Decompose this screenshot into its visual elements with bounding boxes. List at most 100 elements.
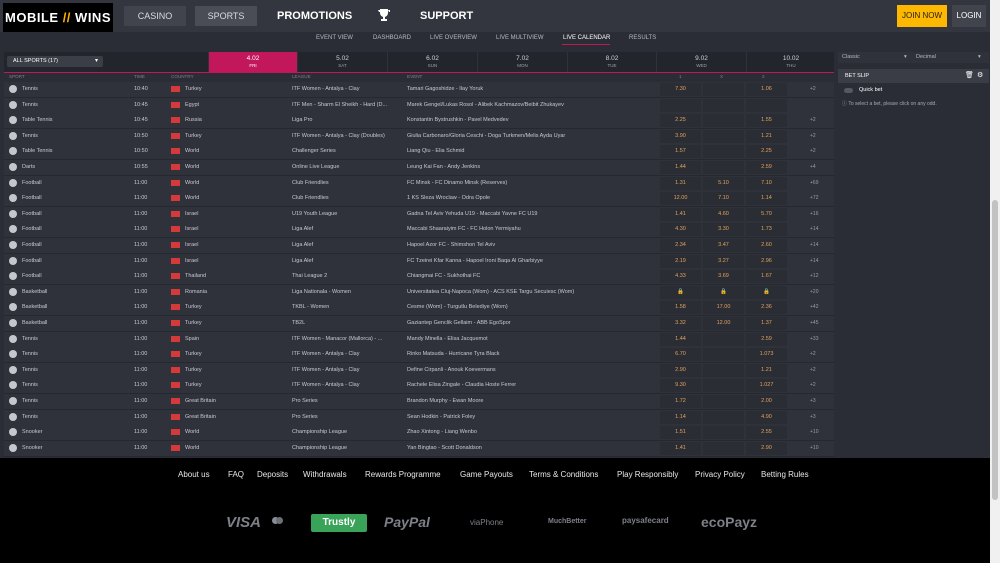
row-event[interactable]: Define Cirpanli - Anouk Koevermans bbox=[407, 367, 652, 373]
odd-2-button[interactable]: 2.60 bbox=[746, 239, 787, 252]
odd-2-button[interactable]: 2.90 bbox=[746, 441, 787, 455]
odd-2-button[interactable]: 1.14 bbox=[746, 192, 787, 206]
odd-2-button[interactable]: 5.70 bbox=[746, 207, 787, 221]
quick-bet-toggle[interactable] bbox=[844, 88, 853, 93]
row-event[interactable]: Maccabi Shaaraiyim FC - FC Holon Yermiya… bbox=[407, 226, 652, 232]
row-league[interactable]: ITF Women - Antalya - Clay (Doubles) bbox=[292, 133, 404, 139]
odds-format-selector[interactable]: Classic ▾ Decimal ▾ bbox=[838, 52, 989, 63]
odd-2-button[interactable]: 2.55 bbox=[746, 426, 787, 440]
subnav-results[interactable]: RESULTS bbox=[629, 35, 656, 41]
odd-2-button[interactable] bbox=[746, 98, 787, 112]
odd-2-button[interactable]: 7.10 bbox=[746, 176, 787, 190]
odd-1-button[interactable]: 3.32 bbox=[660, 317, 701, 330]
table-row[interactable]: Football 11:00 Israel Liga Alef Hapoel Azor … bbox=[4, 238, 834, 254]
row-event[interactable]: Tamari Gagoshidze - Ilay Yoruk bbox=[407, 86, 652, 92]
table-row[interactable]: Table Tennis 10:45 Russia Liga Pro Konstanti… bbox=[4, 113, 834, 130]
subnav-dashboard[interactable]: DASHBOARD bbox=[373, 35, 411, 41]
odd-x-button[interactable] bbox=[703, 348, 744, 362]
quick-bet-row[interactable]: Quick bet bbox=[838, 86, 989, 96]
subnav-live-multiview[interactable]: LIVE MULTIVIEW bbox=[496, 35, 544, 41]
scrollbar-thumb[interactable] bbox=[992, 200, 998, 500]
footer-link-rewards[interactable]: Rewards Programme bbox=[365, 470, 441, 479]
row-league[interactable]: Pro Series bbox=[292, 414, 404, 420]
row-event[interactable]: 1 KS Sleza Wroclaw - Odra Opole bbox=[407, 195, 652, 201]
footer-link-faq[interactable]: FAQ bbox=[228, 470, 244, 479]
footer-link-withdrawals[interactable]: Withdrawals bbox=[303, 470, 347, 479]
more-markets-link[interactable]: +2 bbox=[810, 133, 816, 139]
odd-2-button[interactable]: 1.73 bbox=[746, 223, 787, 237]
odd-1-button[interactable]: 4.33 bbox=[660, 270, 701, 284]
footer-link-terms[interactable]: Terms & Conditions bbox=[529, 470, 598, 479]
row-event[interactable]: FC Minsk - FC Dinamo Minsk (Reserves) bbox=[407, 180, 652, 186]
odd-x-button[interactable]: 3.30 bbox=[703, 223, 744, 237]
row-league[interactable]: Championship League bbox=[292, 445, 404, 451]
table-row[interactable]: Snooker 11:00 World Championship League Yan … bbox=[4, 440, 834, 457]
sport-filter-dropdown[interactable]: ALL SPORTS (17) ▾ bbox=[7, 56, 103, 67]
table-row[interactable]: Tennis 11:00 Great Britain Pro Series Sean H… bbox=[4, 409, 834, 426]
odd-1-button[interactable]: 3.90 bbox=[660, 129, 701, 143]
row-league[interactable]: ITF Women - Manacor (Mallorca) - ... bbox=[292, 336, 404, 342]
row-event[interactable]: Leung Kai Fan - Andy Jenkins bbox=[407, 164, 652, 170]
odd-1-button[interactable]: 7.30 bbox=[660, 83, 701, 96]
more-markets-link[interactable]: +14 bbox=[810, 226, 818, 232]
row-event[interactable]: Zhao Xintong - Liang Wenbo bbox=[407, 429, 652, 435]
odd-2-button[interactable]: 2.25 bbox=[746, 145, 787, 159]
table-row[interactable]: Football 11:00 Israel Liga Alef FC Tzeirei K… bbox=[4, 253, 834, 270]
row-event[interactable]: Hapoel Azor FC - Shimshon Tel Aviv bbox=[407, 242, 652, 248]
odd-1-button[interactable]: 1.31 bbox=[660, 176, 701, 190]
row-event[interactable]: Rachele Elisa Zingale - Claudia Hoste Fe… bbox=[407, 382, 652, 388]
more-markets-link[interactable]: +4 bbox=[810, 164, 816, 170]
odd-1-button[interactable]: 1.14 bbox=[660, 410, 701, 424]
table-row[interactable]: Tennis 10:40 Turkey ITF Women - Antalya - C… bbox=[4, 82, 834, 98]
odd-2-button[interactable]: 1.55 bbox=[746, 114, 787, 128]
login-button[interactable]: LOGIN bbox=[952, 5, 986, 27]
bet-slip-header[interactable]: BET SLIP 🗑 ⚙ bbox=[838, 69, 989, 83]
odd-x-button[interactable] bbox=[703, 426, 744, 440]
nav-casino[interactable]: CASINO bbox=[124, 6, 186, 26]
subnav-event-view[interactable]: EVENT VIEW bbox=[316, 35, 353, 41]
table-row[interactable]: Table Tennis 10:50 World Challenger Series L… bbox=[4, 144, 834, 161]
row-event[interactable]: Rinko Matsuda - Hurricane Tyra Black bbox=[407, 351, 652, 357]
odd-2-button[interactable]: 1.06 bbox=[746, 83, 787, 96]
more-markets-link[interactable]: +69 bbox=[810, 180, 818, 186]
more-markets-link[interactable]: +16 bbox=[810, 211, 818, 217]
row-event[interactable]: Mandy Minella - Elisa Jacquemot bbox=[407, 336, 652, 342]
footer-link-responsible[interactable]: Play Responsibly bbox=[617, 470, 678, 479]
footer-link-about[interactable]: About us bbox=[178, 470, 210, 479]
row-event[interactable]: Universitatea Cluj-Napoca (Wom) - ACS KS… bbox=[407, 289, 652, 295]
row-league[interactable]: Club Friendlies bbox=[292, 195, 404, 201]
odd-2-button[interactable]: 1.67 bbox=[746, 270, 787, 284]
row-league[interactable]: Liga Alef bbox=[292, 226, 404, 232]
more-markets-link[interactable]: +33 bbox=[810, 336, 818, 342]
odd-x-button[interactable]: 4.60 bbox=[703, 207, 744, 221]
row-league[interactable]: Thai League 2 bbox=[292, 273, 404, 279]
odd-x-button[interactable] bbox=[703, 410, 744, 424]
odd-2-button[interactable]: 2.59 bbox=[746, 332, 787, 346]
day-tab[interactable]: 8.02 TUE bbox=[567, 52, 656, 72]
row-league[interactable]: U19 Youth League bbox=[292, 211, 404, 217]
nav-sports[interactable]: SPORTS bbox=[195, 6, 257, 26]
trophy-icon[interactable] bbox=[378, 8, 390, 22]
more-markets-link[interactable]: +3 bbox=[810, 414, 816, 420]
odd-x-button[interactable] bbox=[703, 395, 744, 408]
odd-x-button[interactable] bbox=[703, 98, 744, 112]
odd-2-button[interactable]: 1.073 bbox=[746, 348, 787, 362]
odd-x-button[interactable]: 7.10 bbox=[703, 192, 744, 206]
odd-2-button[interactable]: 1.37 bbox=[746, 317, 787, 330]
odd-1-button[interactable]: 4.30 bbox=[660, 223, 701, 237]
table-row[interactable]: Tennis 11:00 Turkey ITF Women - Antalya - C… bbox=[4, 347, 834, 364]
row-league[interactable]: Liga Pro bbox=[292, 117, 404, 123]
odd-1-button[interactable]: 12.00 bbox=[660, 192, 701, 206]
odd-1-button[interactable]: 1.72 bbox=[660, 395, 701, 408]
odd-x-button[interactable]: 3.27 bbox=[703, 254, 744, 268]
row-event[interactable]: Marek Gengel/Lukas Rosol - Alibek Kachma… bbox=[407, 102, 652, 108]
row-event[interactable]: Konstantin Bystrushkin - Pavel Medvedev bbox=[407, 117, 652, 123]
odd-x-button[interactable]: 🔒 bbox=[703, 285, 744, 299]
more-markets-link[interactable]: +45 bbox=[810, 320, 818, 326]
odd-x-button[interactable]: 5.10 bbox=[703, 176, 744, 190]
more-markets-link[interactable]: +14 bbox=[810, 258, 818, 264]
day-tab[interactable]: 6.02 SUN bbox=[387, 52, 477, 72]
brand-logo[interactable]: MOBILE // WINS bbox=[3, 3, 113, 33]
row-event[interactable]: Chiangmai FC - Sukhothai FC bbox=[407, 273, 652, 279]
row-league[interactable]: Online Live League bbox=[292, 164, 404, 170]
